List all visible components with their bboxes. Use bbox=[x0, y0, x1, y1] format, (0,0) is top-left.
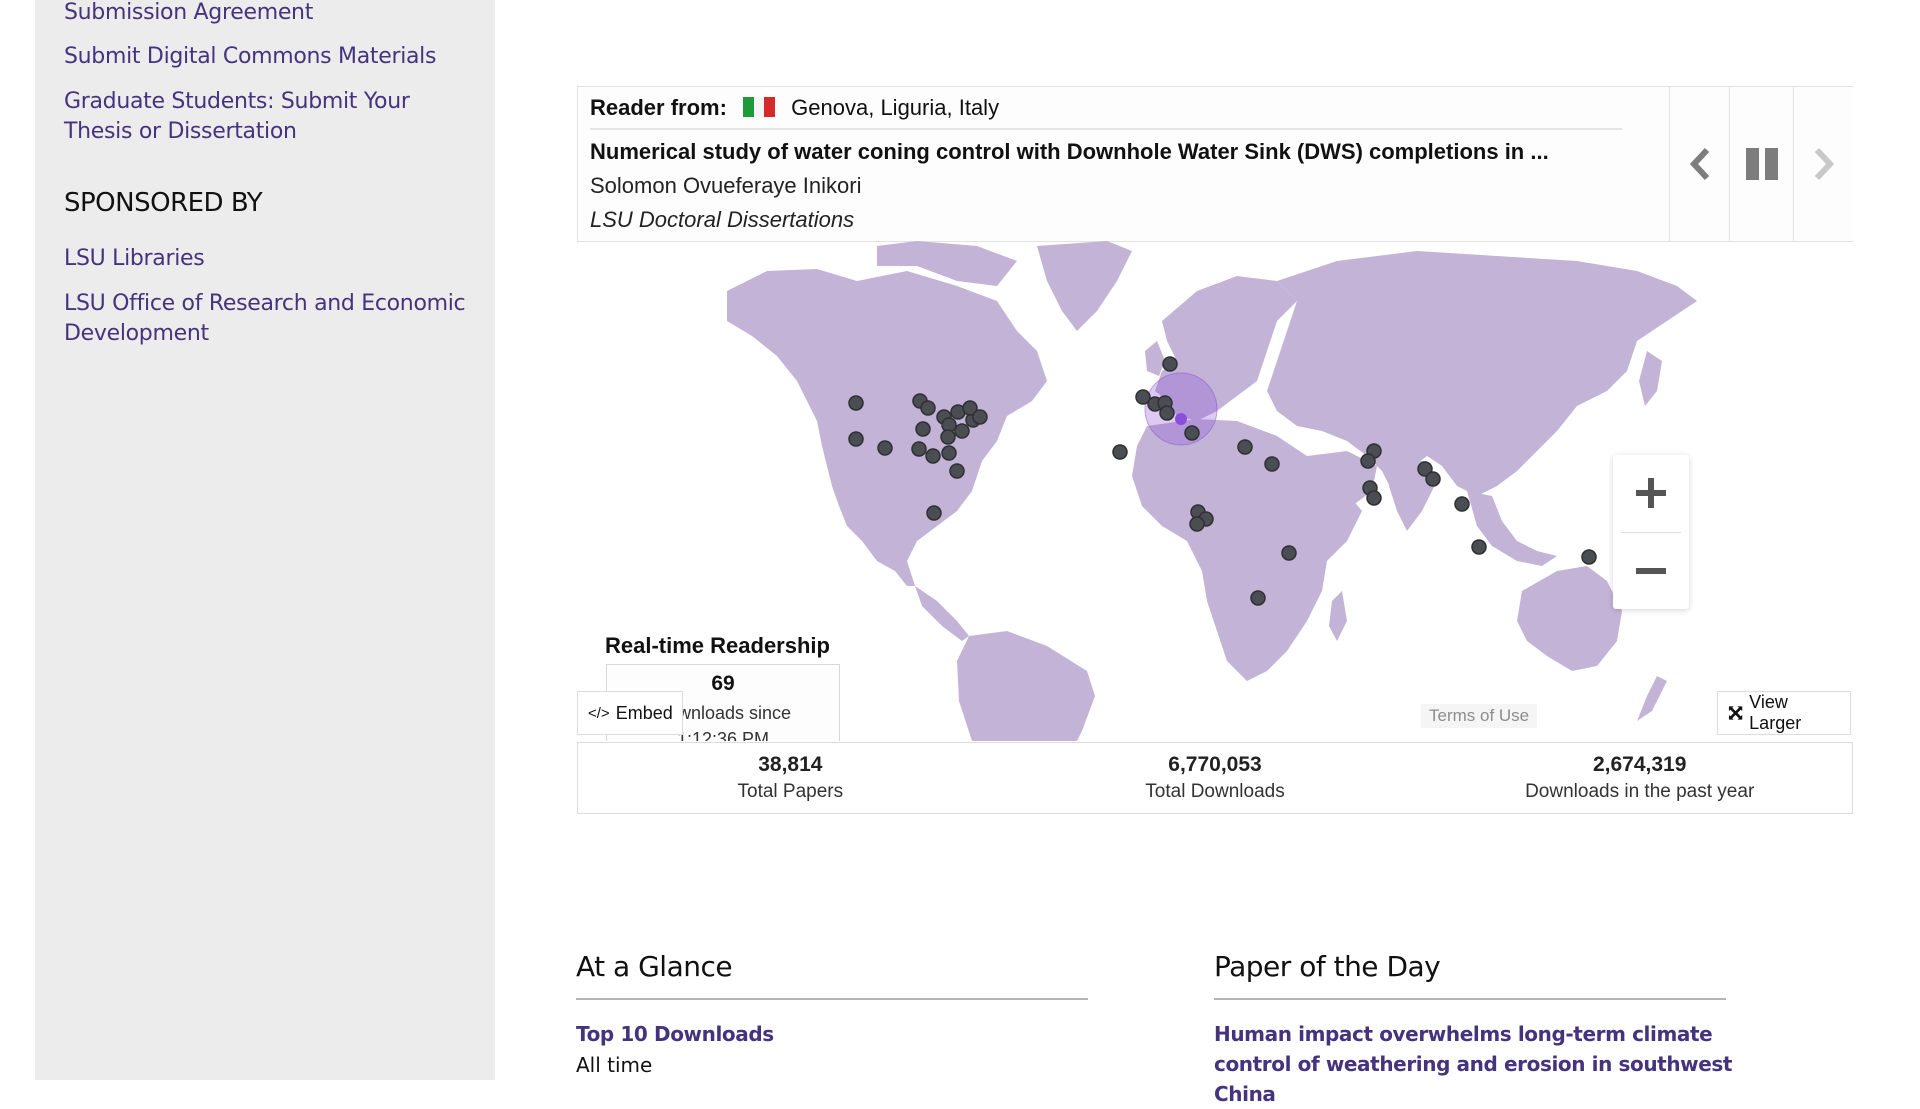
sidebar: Submission Agreement Submit Digital Comm… bbox=[35, 0, 495, 1080]
reader-marker[interactable] bbox=[1250, 590, 1266, 606]
reader-marker[interactable] bbox=[1159, 405, 1175, 421]
sponsored-by-heading: SPONSORED BY bbox=[64, 188, 263, 218]
stat-downloads-past-year: 2,674,319 Downloads in the past year bbox=[1427, 743, 1852, 813]
view-larger-button[interactable]: View Larger bbox=[1717, 691, 1851, 735]
terms-of-use-link[interactable]: Terms of Use bbox=[1421, 704, 1538, 728]
paper-of-the-day-title-line: control of weathering and erosion in sou… bbox=[1214, 1052, 1733, 1076]
sidebar-link-lsu-libraries[interactable]: LSU Libraries bbox=[64, 244, 484, 274]
next-button[interactable] bbox=[1793, 87, 1853, 241]
stat-label: Total Papers bbox=[737, 781, 844, 802]
new-zealand bbox=[1637, 676, 1667, 721]
reader-marker[interactable] bbox=[954, 423, 970, 439]
pause-button[interactable] bbox=[1729, 87, 1793, 241]
paper-author: Solomon Ovueferaye Inikori bbox=[590, 173, 862, 198]
japan bbox=[1639, 351, 1662, 406]
reader-marker[interactable] bbox=[972, 409, 988, 425]
reader-marker[interactable] bbox=[940, 429, 956, 445]
minus-icon bbox=[1636, 568, 1666, 574]
reader-marker[interactable] bbox=[1112, 444, 1128, 460]
chevron-left-icon bbox=[1689, 147, 1709, 181]
reader-marker[interactable] bbox=[941, 445, 957, 461]
divider bbox=[576, 998, 1088, 1000]
zoom-in-button[interactable] bbox=[1613, 455, 1689, 531]
reader-location: Genova, Liguria, Italy bbox=[791, 95, 1000, 120]
reader-marker[interactable] bbox=[920, 400, 936, 416]
at-a-glance-heading: At a Glance bbox=[576, 950, 733, 983]
repository-stats: 38,814 Total Papers 6,770,053 Total Down… bbox=[577, 742, 1853, 814]
realtime-readership-title: Real-time Readership bbox=[605, 633, 830, 658]
sidebar-link-lsu-research[interactable]: LSU Office of Research and Economic Deve… bbox=[64, 289, 484, 349]
world-map[interactable]: Real-time Readership 69 Downloads since … bbox=[577, 241, 1853, 741]
stat-value: 6,770,053 bbox=[1168, 753, 1262, 776]
se-asia bbox=[1467, 491, 1557, 566]
divider bbox=[590, 128, 1622, 130]
reader-from: Reader from: Genova, Liguria, Italy bbox=[590, 95, 999, 121]
greenland bbox=[1037, 241, 1132, 331]
madagascar bbox=[1329, 591, 1347, 641]
paper-of-the-day-title-line: Human impact overwhelms long-term climat… bbox=[1214, 1022, 1713, 1046]
reader-marker[interactable] bbox=[848, 431, 864, 447]
paper-of-the-day-heading: Paper of the Day bbox=[1214, 950, 1441, 983]
reader-marker[interactable] bbox=[925, 448, 941, 464]
uk bbox=[1145, 341, 1165, 376]
south-america bbox=[957, 631, 1095, 741]
reader-marker[interactable] bbox=[949, 463, 965, 479]
readership-widget: Reader from: Genova, Liguria, Italy Nume… bbox=[577, 86, 1853, 814]
paper-title-link[interactable]: Numerical study of water coning control … bbox=[590, 139, 1549, 165]
sidebar-link-graduate-submit[interactable]: Graduate Students: Submit Your Thesis or… bbox=[64, 87, 444, 147]
plus-icon bbox=[1636, 478, 1666, 508]
previous-button[interactable] bbox=[1669, 87, 1729, 241]
reader-marker[interactable] bbox=[1189, 516, 1205, 532]
embed-label: Embed bbox=[615, 702, 673, 723]
reader-marker[interactable] bbox=[1581, 549, 1597, 565]
all-time-label: All time bbox=[576, 1053, 653, 1077]
expand-icon bbox=[1728, 706, 1743, 720]
reader-marker[interactable] bbox=[915, 421, 931, 437]
reader-info-panel: Reader from: Genova, Liguria, Italy Nume… bbox=[577, 86, 1853, 242]
reader-marker[interactable] bbox=[877, 440, 893, 456]
italy-flag-icon bbox=[743, 97, 776, 117]
stat-label: Total Downloads bbox=[1145, 781, 1285, 802]
land-masses bbox=[727, 241, 1697, 741]
stat-label: Downloads in the past year bbox=[1525, 781, 1755, 802]
pause-icon bbox=[1745, 148, 1778, 180]
stat-total-downloads: 6,770,053 Total Downloads bbox=[1003, 743, 1428, 813]
paper-of-the-day-title-line: China bbox=[1214, 1082, 1276, 1106]
divider bbox=[1214, 998, 1726, 1000]
reader-marker[interactable] bbox=[1425, 471, 1441, 487]
sidebar-link-submission-agreement[interactable]: Submission Agreement bbox=[64, 0, 484, 28]
view-larger-label: View Larger bbox=[1749, 692, 1802, 733]
reader-marker[interactable] bbox=[1454, 496, 1470, 512]
paper-publication: LSU Doctoral Dissertations bbox=[590, 207, 855, 232]
reader-marker[interactable] bbox=[911, 441, 927, 457]
top-10-downloads-link[interactable]: Top 10 Downloads bbox=[576, 1019, 774, 1049]
reader-marker[interactable] bbox=[1360, 453, 1376, 469]
reader-marker[interactable] bbox=[1471, 539, 1487, 555]
paper-of-the-day-link[interactable]: Human impact overwhelms long-term climat… bbox=[1214, 1019, 1754, 1109]
central-america bbox=[915, 586, 969, 641]
embed-button[interactable]: </> Embed bbox=[577, 691, 683, 735]
map-zoom-control bbox=[1613, 455, 1689, 609]
reader-marker[interactable] bbox=[848, 395, 864, 411]
stat-total-papers: 38,814 Total Papers bbox=[578, 743, 1003, 813]
code-icon: </> bbox=[588, 704, 610, 722]
stat-value: 38,814 bbox=[758, 753, 823, 776]
current-reader-marker[interactable] bbox=[1175, 413, 1187, 425]
reader-marker[interactable] bbox=[1366, 490, 1382, 506]
north-america bbox=[727, 269, 1047, 586]
stat-value: 2,674,319 bbox=[1592, 753, 1687, 776]
chevron-right-icon bbox=[1814, 147, 1834, 181]
reader-marker[interactable] bbox=[1281, 545, 1297, 561]
reader-marker[interactable] bbox=[1237, 439, 1253, 455]
australia bbox=[1517, 566, 1622, 671]
zoom-out-button[interactable] bbox=[1613, 533, 1689, 609]
reader-marker[interactable] bbox=[1184, 425, 1200, 441]
reader-marker[interactable] bbox=[1264, 456, 1280, 472]
reader-marker[interactable] bbox=[926, 505, 942, 521]
reader-marker[interactable] bbox=[1162, 356, 1178, 372]
sidebar-link-submit-materials[interactable]: Submit Digital Commons Materials bbox=[64, 42, 484, 72]
reader-from-label: Reader from: bbox=[590, 95, 727, 120]
